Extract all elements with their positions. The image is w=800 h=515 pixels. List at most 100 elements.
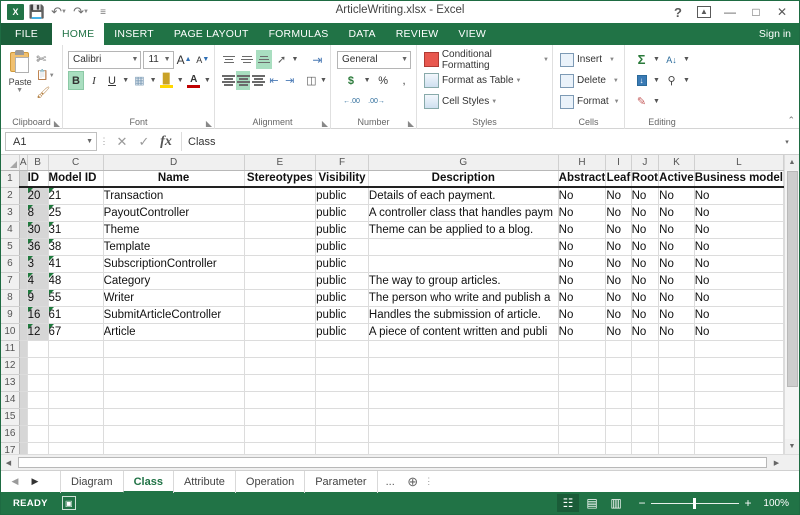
macro-record-icon[interactable]: ▣: [61, 496, 76, 510]
tab-insert[interactable]: INSERT: [104, 23, 164, 45]
cell-C15[interactable]: [48, 408, 104, 426]
cell-I3[interactable]: No: [605, 204, 632, 222]
cell-K13[interactable]: [658, 374, 695, 392]
cell-E7[interactable]: [244, 272, 317, 290]
horizontal-scrollbar[interactable]: ◀ ▶: [1, 454, 799, 470]
sheet-tab-menu-icon[interactable]: ⋮: [423, 476, 435, 487]
row-header[interactable]: 12: [1, 357, 20, 375]
cell-K7[interactable]: No: [658, 272, 695, 290]
delete-cells-button[interactable]: Delete ▼: [556, 69, 621, 90]
tab-review[interactable]: REVIEW: [386, 23, 449, 45]
cell-D10[interactable]: Article: [103, 323, 245, 341]
cell-B15[interactable]: [27, 408, 49, 426]
cell-C12[interactable]: [48, 357, 104, 375]
column-header-k[interactable]: K: [658, 155, 695, 171]
cell-C14[interactable]: [48, 391, 104, 409]
cell-A13[interactable]: [19, 374, 28, 392]
align-right-button[interactable]: [251, 71, 266, 90]
cell-H5[interactable]: No: [558, 238, 607, 256]
cell-G17[interactable]: [368, 442, 559, 454]
clear-dropdown-icon[interactable]: ▼: [652, 98, 661, 105]
cell-K11[interactable]: [658, 340, 695, 358]
cell-A12[interactable]: [19, 357, 28, 375]
cell-I8[interactable]: No: [605, 289, 632, 307]
cell-H10[interactable]: No: [558, 323, 607, 341]
cell-G10[interactable]: A piece of content written and publi: [368, 323, 559, 341]
cell-A6[interactable]: [19, 255, 28, 273]
cell-H15[interactable]: [558, 408, 607, 426]
format-painter-button[interactable]: 🖌: [36, 84, 59, 101]
cell-J16[interactable]: [631, 425, 660, 443]
cell-J6[interactable]: No: [631, 255, 660, 273]
underline-button[interactable]: U: [104, 71, 120, 90]
cell-K10[interactable]: No: [658, 323, 695, 341]
align-center-button[interactable]: [236, 71, 251, 90]
cell-H3[interactable]: No: [558, 204, 607, 222]
cell-J17[interactable]: [631, 442, 660, 454]
cell-F6[interactable]: public: [315, 255, 369, 273]
cell-L12[interactable]: [694, 357, 784, 375]
add-sheet-button[interactable]: ⊕: [403, 472, 423, 492]
cell-I2[interactable]: No: [605, 187, 632, 205]
cell-C2[interactable]: 21: [48, 187, 104, 205]
cell-I17[interactable]: [605, 442, 632, 454]
cell-E8[interactable]: [244, 289, 317, 307]
cell-J13[interactable]: [631, 374, 660, 392]
cell-D7[interactable]: Category: [103, 272, 245, 290]
autosum-dropdown-icon[interactable]: ▼: [652, 56, 661, 63]
cell-D11[interactable]: [103, 340, 245, 358]
close-button[interactable]: ✕: [769, 2, 795, 22]
cell-A17[interactable]: [19, 442, 28, 454]
cell-H8[interactable]: No: [558, 289, 607, 307]
cell-D6[interactable]: SubscriptionController: [103, 255, 245, 273]
cell-E11[interactable]: [244, 340, 317, 358]
sheet-tab-class[interactable]: Class: [122, 470, 174, 493]
cell-B8[interactable]: 9: [27, 289, 49, 307]
cell-A9[interactable]: [19, 306, 28, 324]
select-all-button[interactable]: [1, 155, 20, 171]
cell-E10[interactable]: [244, 323, 317, 341]
cell-B16[interactable]: [27, 425, 49, 443]
number-dialog-launcher[interactable]: ◣: [408, 119, 414, 128]
alignment-dialog-launcher[interactable]: ◣: [322, 119, 328, 128]
zoom-slider[interactable]: [651, 497, 739, 509]
cell-C3[interactable]: 25: [48, 204, 104, 222]
cell-F11[interactable]: [315, 340, 369, 358]
cell-G11[interactable]: [368, 340, 559, 358]
cell-B10[interactable]: 12: [27, 323, 49, 341]
cell-F12[interactable]: [315, 357, 369, 375]
undo-icon[interactable]: ↶ ▼: [49, 3, 69, 21]
save-icon[interactable]: 💾: [27, 3, 47, 21]
cell-B3[interactable]: 8: [27, 204, 49, 222]
cell-C17[interactable]: [48, 442, 104, 454]
vertical-scroll-thumb[interactable]: [786, 171, 798, 387]
vertical-scrollbar[interactable]: ▲ ▼: [784, 155, 799, 454]
cell-J3[interactable]: No: [631, 204, 660, 222]
column-header-c[interactable]: C: [48, 155, 104, 171]
cell-H16[interactable]: [558, 425, 607, 443]
row-header[interactable]: 8: [1, 289, 20, 307]
cell-L9[interactable]: No: [694, 306, 784, 324]
tab-page-layout[interactable]: PAGE LAYOUT: [164, 23, 259, 45]
cell-K14[interactable]: [658, 391, 695, 409]
cell-G2[interactable]: Details of each payment.: [368, 187, 559, 205]
horizontal-scroll-thumb[interactable]: [18, 457, 767, 468]
cell-E14[interactable]: [244, 391, 317, 409]
cell-G13[interactable]: [368, 374, 559, 392]
cell-J7[interactable]: No: [631, 272, 660, 290]
cell-K2[interactable]: No: [658, 187, 695, 205]
zoom-level-label[interactable]: 100%: [763, 498, 793, 509]
borders-dropdown-icon[interactable]: ▼: [149, 77, 157, 84]
comma-style-button[interactable]: ,: [395, 71, 413, 90]
underline-dropdown-icon[interactable]: ▼: [122, 77, 129, 84]
cell-F3[interactable]: public: [315, 204, 369, 222]
cell-J11[interactable]: [631, 340, 660, 358]
redo-icon[interactable]: ↷ ▼: [71, 3, 91, 21]
cell-L13[interactable]: [694, 374, 784, 392]
cell-L2[interactable]: No: [694, 187, 784, 205]
cell-E4[interactable]: [244, 221, 317, 239]
cell-A16[interactable]: [19, 425, 28, 443]
cell-K6[interactable]: No: [658, 255, 695, 273]
cell-I13[interactable]: [605, 374, 632, 392]
cell-B2[interactable]: 20: [27, 187, 49, 205]
